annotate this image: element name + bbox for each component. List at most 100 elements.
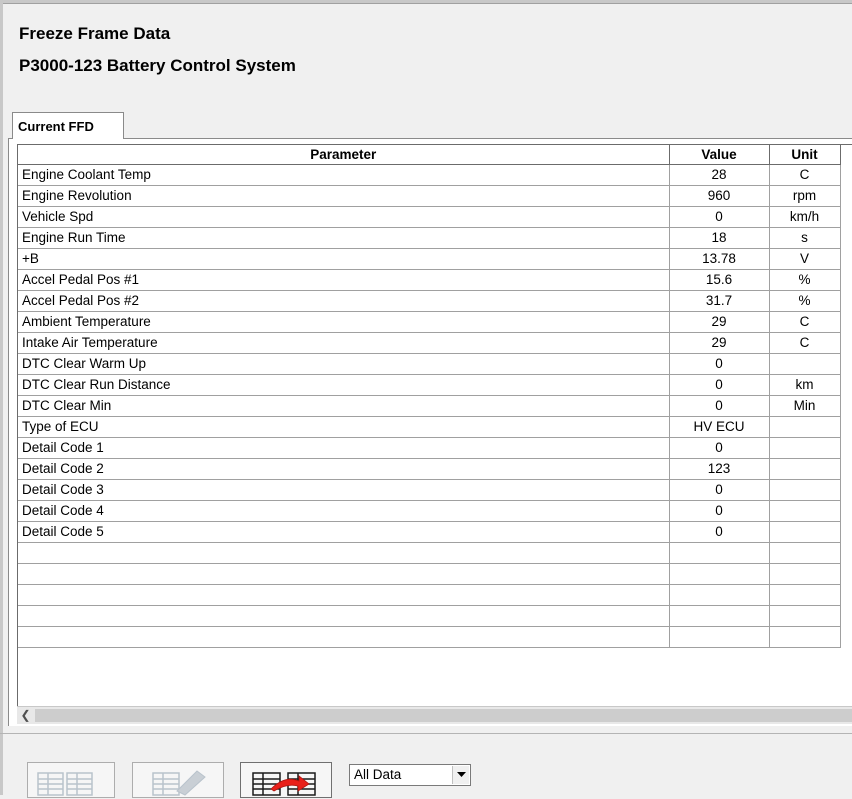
unit-cell: C xyxy=(769,164,841,186)
dropdown-button[interactable] xyxy=(452,766,469,784)
unit-cell: km xyxy=(769,374,841,396)
value-cell: 0 xyxy=(669,395,770,417)
table-row[interactable]: DTC Clear Warm Up 0 xyxy=(18,353,841,375)
value-cell: 0 xyxy=(669,206,770,228)
table-row[interactable]: Vehicle Spd 0 km/h xyxy=(18,206,841,228)
unit-cell xyxy=(769,563,841,585)
column-header-parameter[interactable]: Parameter xyxy=(18,145,670,165)
parameter-cell: Detail Code 3 xyxy=(18,479,670,501)
table-row[interactable] xyxy=(18,626,841,648)
table-export-arrow-icon xyxy=(252,772,316,796)
unit-cell: rpm xyxy=(769,185,841,207)
value-cell: 13.78 xyxy=(669,248,770,270)
value-cell xyxy=(669,542,770,564)
table-row[interactable]: Ambient Temperature 29 C xyxy=(18,311,841,333)
parameter-cell: Detail Code 1 xyxy=(18,437,670,459)
horizontal-scrollbar[interactable]: ❮ xyxy=(17,706,852,724)
table-row[interactable]: Engine Revolution 960 rpm xyxy=(18,185,841,207)
value-cell xyxy=(669,626,770,648)
value-cell: 29 xyxy=(669,332,770,354)
parameter-cell: DTC Clear Warm Up xyxy=(18,353,670,375)
unit-cell: % xyxy=(769,269,841,291)
parameter-cell: Ambient Temperature xyxy=(18,311,670,333)
table-row[interactable]: Intake Air Temperature 29 C xyxy=(18,332,841,354)
value-cell: HV ECU xyxy=(669,416,770,438)
unit-cell xyxy=(769,626,841,648)
unit-cell xyxy=(769,416,841,438)
value-cell: 28 xyxy=(669,164,770,186)
export-table-button[interactable] xyxy=(240,762,332,798)
table-row[interactable]: Detail Code 50 xyxy=(18,521,841,543)
table-row[interactable]: Detail Code 10 xyxy=(18,437,841,459)
chevron-down-icon xyxy=(457,772,466,777)
table-row[interactable]: Detail Code 40 xyxy=(18,500,841,522)
table-row[interactable]: Accel Pedal Pos #1 15.6% xyxy=(18,269,841,291)
parameter-cell: Engine Revolution xyxy=(18,185,670,207)
unit-cell xyxy=(769,500,841,522)
value-cell: 18 xyxy=(669,227,770,249)
table-row[interactable]: Engine Coolant Temp 28 C xyxy=(18,164,841,186)
table-row[interactable]: Type of ECU HV ECU xyxy=(18,416,841,438)
parameter-cell: Accel Pedal Pos #2 xyxy=(18,290,670,312)
unit-cell: C xyxy=(769,311,841,333)
parameter-cell: DTC Clear Run Distance xyxy=(18,374,670,396)
unit-cell: km/h xyxy=(769,206,841,228)
parameter-cell xyxy=(18,542,670,564)
parameter-cell: Accel Pedal Pos #1 xyxy=(18,269,670,291)
value-cell xyxy=(669,563,770,585)
parameter-cell: Detail Code 2 xyxy=(18,458,670,480)
page-title: Freeze Frame Data xyxy=(19,24,171,43)
dtc-subtitle: P3000-123 Battery Control System xyxy=(19,56,296,75)
table-row[interactable] xyxy=(18,584,841,606)
parameter-cell xyxy=(18,563,670,585)
parameter-cell: DTC Clear Min xyxy=(18,395,670,417)
window-top-border xyxy=(0,0,852,4)
scrollbar-thumb[interactable] xyxy=(35,709,852,722)
unit-cell xyxy=(769,542,841,564)
table-row[interactable]: Detail Code 30 xyxy=(18,479,841,501)
value-cell xyxy=(669,584,770,606)
tab-current-ffd[interactable]: Current FFD xyxy=(12,112,124,139)
value-cell: 0 xyxy=(669,353,770,375)
value-cell: 0 xyxy=(669,437,770,459)
table-row[interactable]: DTC Clear Run Distance 0 km xyxy=(18,374,841,396)
value-cell: 0 xyxy=(669,500,770,522)
unit-cell: % xyxy=(769,290,841,312)
parameter-cell xyxy=(18,605,670,627)
value-cell: 31.7 xyxy=(669,290,770,312)
column-header-unit[interactable]: Unit xyxy=(769,145,841,165)
chevron-left-icon[interactable]: ❮ xyxy=(17,707,34,724)
table-row[interactable] xyxy=(18,605,841,627)
table-row[interactable] xyxy=(18,563,841,585)
table-row[interactable]: Engine Run Time 18 s xyxy=(18,227,841,249)
compare-table-button[interactable] xyxy=(27,762,115,798)
value-cell: 960 xyxy=(669,185,770,207)
table-row[interactable]: Detail Code 2 123 xyxy=(18,458,841,480)
table-row[interactable]: +B 13.78 V xyxy=(18,248,841,270)
value-cell: 123 xyxy=(669,458,770,480)
unit-cell: Min xyxy=(769,395,841,417)
unit-cell xyxy=(769,521,841,543)
unit-cell xyxy=(769,437,841,459)
table-row[interactable]: Accel Pedal Pos #2 31.7% xyxy=(18,290,841,312)
window-left-border xyxy=(0,0,3,795)
table-row[interactable]: DTC Clear Min 0 Min xyxy=(18,395,841,417)
data-filter-value: All Data xyxy=(354,767,402,782)
unit-cell xyxy=(769,605,841,627)
table-row[interactable] xyxy=(18,542,841,564)
graph-view-button[interactable] xyxy=(132,762,224,798)
freeze-frame-grid[interactable]: Parameter Value Unit Engine Coolant Temp… xyxy=(17,144,852,706)
toolbar-separator xyxy=(0,733,852,734)
value-cell xyxy=(669,605,770,627)
data-filter-select[interactable]: All Data xyxy=(349,764,471,786)
parameter-cell: Type of ECU xyxy=(18,416,670,438)
parameter-cell: Detail Code 5 xyxy=(18,521,670,543)
unit-cell xyxy=(769,353,841,375)
column-header-value[interactable]: Value xyxy=(669,145,770,165)
table-graph-icon xyxy=(152,770,206,796)
value-cell: 0 xyxy=(669,521,770,543)
parameter-cell: +B xyxy=(18,248,670,270)
unit-cell: V xyxy=(769,248,841,270)
value-cell: 29 xyxy=(669,311,770,333)
parameter-cell: Engine Coolant Temp xyxy=(18,164,670,186)
